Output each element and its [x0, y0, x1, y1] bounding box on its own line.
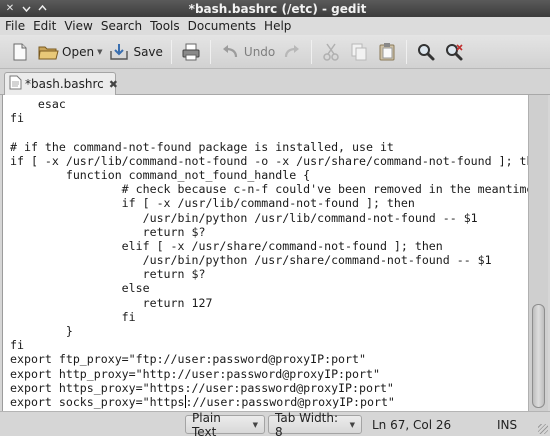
- resize-grip-icon[interactable]: [538, 424, 548, 434]
- menu-edit[interactable]: Edit: [29, 19, 60, 33]
- text-document-icon: [9, 75, 22, 93]
- undo-label: Undo: [243, 44, 276, 59]
- tab-bash-bashrc[interactable]: *bash.bashrc ✖: [4, 72, 118, 95]
- title-bar: ✕ *bash.bashrc (/etc) - gedit: [0, 0, 550, 17]
- copy-icon: [348, 41, 370, 63]
- paste-icon: [376, 41, 398, 63]
- code-line[interactable]: if [ -x /usr/lib/command-not-found -o -x…: [10, 154, 528, 168]
- open-button[interactable]: Open ▼: [34, 38, 105, 66]
- menu-file[interactable]: File: [1, 19, 29, 33]
- window-controls: ✕: [0, 2, 49, 15]
- new-document-icon: [9, 41, 31, 63]
- menu-documents[interactable]: Documents: [184, 19, 260, 33]
- cursor-position: Ln 67, Col 26: [372, 417, 452, 432]
- cut-icon: [320, 41, 342, 63]
- text-cursor: [184, 394, 186, 408]
- undo-button[interactable]: Undo: [216, 38, 278, 66]
- tab-label: *bash.bashrc: [25, 77, 104, 91]
- insert-mode: INS: [497, 417, 518, 432]
- code-line[interactable]: function command_not_found_handle {: [10, 168, 528, 182]
- code-line[interactable]: export socks_proxy="https://user:passwor…: [10, 394, 528, 409]
- code-line[interactable]: /usr/bin/python /usr/lib/command-not-fou…: [10, 211, 528, 225]
- tab-width-selector[interactable]: Tab Width: 8 ▼: [268, 411, 362, 436]
- minimize-window-button[interactable]: [19, 2, 33, 15]
- toolbar-separator: [170, 39, 172, 64]
- code-line[interactable]: return $?: [10, 267, 528, 281]
- menu-search[interactable]: Search: [97, 19, 146, 33]
- close-tab-icon[interactable]: ✖: [109, 78, 118, 91]
- redo-icon: [281, 41, 303, 63]
- scrollbar-thumb[interactable]: [532, 304, 545, 408]
- code-line[interactable]: [10, 125, 528, 139]
- menu-view[interactable]: View: [60, 19, 96, 33]
- redo-button[interactable]: [278, 38, 306, 66]
- find-button[interactable]: [412, 38, 440, 66]
- open-label: Open: [62, 44, 95, 59]
- vertical-scrollbar[interactable]: [528, 95, 548, 411]
- code-line[interactable]: export https_proxy="https://user:passwor…: [10, 381, 528, 395]
- toolbar-separator: [311, 39, 313, 64]
- maximize-icon: [37, 4, 47, 11]
- code-line[interactable]: return $?: [10, 225, 528, 239]
- maximize-window-button[interactable]: [35, 2, 49, 15]
- code-line[interactable]: fi: [10, 338, 528, 352]
- new-document-button[interactable]: [6, 38, 34, 66]
- status-bar: Plain Text ▼ Tab Width: 8 ▼ Ln 67, Col 2…: [0, 411, 550, 436]
- code-line[interactable]: else: [10, 281, 528, 295]
- toolbar-separator: [406, 39, 408, 64]
- print-button[interactable]: [177, 38, 205, 66]
- chevron-down-icon[interactable]: ▼: [97, 48, 102, 56]
- save-button[interactable]: Save: [105, 38, 165, 66]
- printer-icon: [180, 41, 202, 63]
- code-line[interactable]: /usr/bin/python /usr/share/command-not-f…: [10, 253, 528, 267]
- minimize-icon: [21, 6, 31, 13]
- code-line[interactable]: # if the command-not-found package is in…: [10, 140, 528, 154]
- find-replace-button[interactable]: [440, 38, 468, 66]
- save-icon: [108, 41, 130, 63]
- toolbar: Open ▼ Save Undo: [0, 35, 550, 69]
- code-line[interactable]: fi: [10, 310, 528, 324]
- paste-button[interactable]: [373, 38, 401, 66]
- code-line[interactable]: elif [ -x /usr/share/command-not-found ]…: [10, 239, 528, 253]
- close-window-button[interactable]: ✕: [3, 2, 17, 15]
- code-line[interactable]: # check because c-n-f could've been remo…: [10, 182, 528, 196]
- code-line[interactable]: esac: [10, 97, 528, 111]
- text-editor[interactable]: esac fi # if the command-not-found package…: [2, 95, 528, 411]
- save-label: Save: [133, 44, 163, 59]
- tab-width-label: Tab Width: 8: [275, 410, 339, 436]
- tab-bar: *bash.bashrc ✖: [0, 69, 550, 95]
- code-line[interactable]: export http_proxy="http://user:password@…: [10, 367, 528, 381]
- language-selector[interactable]: Plain Text ▼: [185, 411, 265, 436]
- code-content[interactable]: esac fi # if the command-not-found package…: [3, 95, 528, 409]
- menu-bar: File Edit View Search Tools Documents He…: [0, 17, 550, 35]
- toolbar-separator: [209, 39, 211, 64]
- menu-help[interactable]: Help: [260, 19, 295, 33]
- code-line[interactable]: export ftp_proxy="ftp://user:password@pr…: [10, 352, 528, 366]
- chevron-down-icon: ▼: [349, 420, 355, 429]
- code-line[interactable]: return 127: [10, 296, 528, 310]
- code-line[interactable]: fi: [10, 111, 528, 125]
- search-icon: [415, 41, 437, 63]
- chevron-down-icon: ▼: [252, 420, 258, 429]
- language-label: Plain Text: [192, 410, 221, 436]
- folder-open-icon: [37, 41, 59, 63]
- code-line[interactable]: if [ -x /usr/lib/command-not-found ]; th…: [10, 196, 528, 210]
- menu-tools[interactable]: Tools: [146, 19, 184, 33]
- copy-button[interactable]: [345, 38, 373, 66]
- find-replace-icon: [443, 41, 465, 63]
- window-title: *bash.bashrc (/etc) - gedit: [188, 1, 367, 16]
- code-line[interactable]: }: [10, 324, 528, 338]
- undo-icon: [219, 41, 241, 63]
- cut-button[interactable]: [317, 38, 345, 66]
